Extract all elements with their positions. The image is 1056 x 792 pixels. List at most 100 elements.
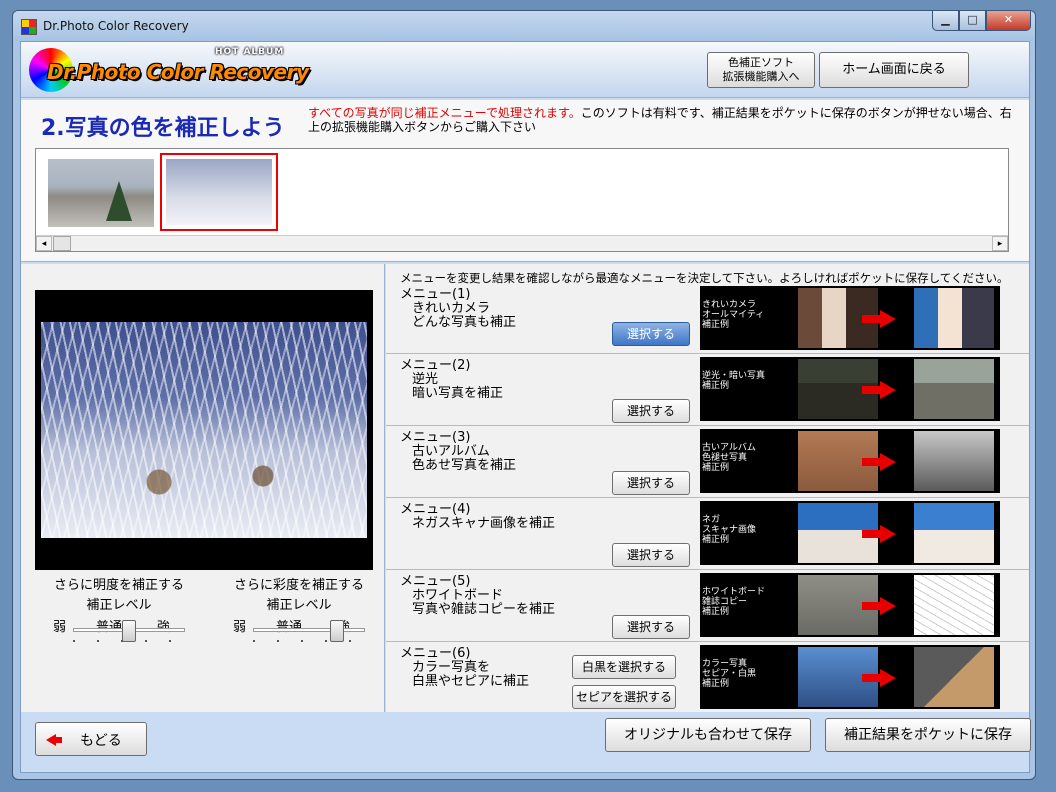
example-label-2: スキャナ画像 xyxy=(702,525,757,535)
example-after xyxy=(914,431,994,491)
saturation-slider-thumb[interactable] xyxy=(330,620,344,642)
back-button[interactable]: もどる xyxy=(35,722,147,756)
horizontal-scrollbar[interactable]: ◂ ▸ xyxy=(36,235,1008,251)
select-menu-3-button[interactable]: 選択する xyxy=(612,471,690,495)
menu-item-5: メニュー(5) ホワイトボード 写真や雑誌コピーを補正 選択する ホワイトボード… xyxy=(386,571,1029,642)
select-menu-5-button[interactable]: 選択する xyxy=(612,615,690,639)
close-button[interactable]: ✕ xyxy=(986,11,1031,31)
buy-extension-button[interactable]: 色補正ソフト 拡張機能購入へ xyxy=(707,52,815,88)
menu-item-text: メニュー(2) 逆光 暗い写真を補正 xyxy=(400,359,503,401)
menu-line2: 暗い写真を補正 xyxy=(412,386,504,401)
example-label-1: カラー写真 xyxy=(702,659,748,669)
example-after xyxy=(914,647,994,707)
example-label-2: 雑誌コピー xyxy=(702,597,748,607)
menu-line2: 白黒やセピアに補正 xyxy=(412,674,530,689)
logo-text: Dr.Photo Color Recovery xyxy=(47,60,309,84)
menu-item-2: メニュー(2) 逆光 暗い写真を補正 選択する 逆光・暗い写真 補正例 xyxy=(386,355,1029,426)
brightness-weak: 弱 xyxy=(53,620,67,635)
saturation-adjust: さらに彩度を補正する 補正レベル 弱 普通 強 xyxy=(219,576,379,650)
scroll-thumb[interactable] xyxy=(53,236,71,251)
logo-hot-album: HOT ALBUM xyxy=(215,47,285,57)
menu-item-text: メニュー(3) 古いアルバム 色あせ写真を補正 xyxy=(400,431,516,473)
save-with-original-button[interactable]: オリジナルも合わせて保存 xyxy=(605,718,811,752)
menu-item-text: メニュー(4) ネガスキャナ画像を補正 xyxy=(400,503,555,531)
notice-red: すべての写真が同じ補正メニューで処理されます。 xyxy=(308,106,581,120)
menu-line2: 色あせ写真を補正 xyxy=(412,458,517,473)
brightness-title: さらに明度を補正する xyxy=(53,578,184,593)
example-image-3: 古いアルバム 色褪せ写真 補正例 xyxy=(700,429,1000,493)
example-label-3: 補正例 xyxy=(702,463,730,473)
example-label-1: ホワイトボード xyxy=(702,587,766,597)
example-label: ネガ スキャナ画像 補正例 xyxy=(702,515,756,545)
menu-title: メニュー(5) xyxy=(400,574,471,589)
example-label: 逆光・暗い写真 補正例 xyxy=(702,371,765,391)
select-menu-4-button[interactable]: 選択する xyxy=(612,543,690,567)
app-logo: HOT ALBUM Dr.Photo Color Recovery xyxy=(29,46,319,94)
step-title: 2.写真の色を補正しよう xyxy=(41,116,285,141)
select-menu-2-button[interactable]: 選択する xyxy=(612,399,690,423)
arrow-right-icon xyxy=(862,310,896,328)
example-label: カラー写真 セピア・白黒 補正例 xyxy=(702,659,756,689)
example-label-2: 色褪せ写真 xyxy=(702,453,748,463)
window-title: Dr.Photo Color Recovery xyxy=(43,19,189,33)
title-bar[interactable]: Dr.Photo Color Recovery ▁ □ ✕ xyxy=(13,11,1035,41)
menu-line1: カラー写真を xyxy=(412,660,491,675)
home-button[interactable]: ホーム画面に戻る xyxy=(819,52,969,88)
notice-text: すべての写真が同じ補正メニューで処理されます。このソフトは有料です、補正結果をポ… xyxy=(308,106,1023,134)
thumbnail-strip: ◂ ▸ xyxy=(35,148,1009,252)
bottom-bar: もどる オリジナルも合わせて保存 補正結果をポケットに保存 xyxy=(21,714,1031,772)
menu-title: メニュー(3) xyxy=(400,430,471,445)
example-label: ホワイトボード 雑誌コピー 補正例 xyxy=(702,587,765,617)
select-sepia-button[interactable]: セピアを選択する xyxy=(572,685,676,709)
photo-selection-section: 2.写真の色を補正しよう すべての写真が同じ補正メニューで処理されます。このソフ… xyxy=(21,100,1029,262)
maximize-button[interactable]: □ xyxy=(959,11,986,31)
saturation-subtitle: 補正レベル xyxy=(266,598,332,613)
menu-title: メニュー(2) xyxy=(400,358,471,373)
menu-item-6: メニュー(6) カラー写真を 白黒やセピアに補正 白黒を選択する セピアを選択す… xyxy=(386,643,1029,712)
menu-line1: 逆光 xyxy=(412,372,439,387)
app-header: HOT ALBUM Dr.Photo Color Recovery 色補正ソフト… xyxy=(21,42,1029,98)
example-after xyxy=(914,575,994,635)
menu-item-3: メニュー(3) 古いアルバム 色あせ写真を補正 選択する 古いアルバム 色褪せ写… xyxy=(386,427,1029,498)
example-label-3: 補正例 xyxy=(702,607,730,617)
buy-extension-label-1: 色補正ソフト xyxy=(728,56,794,69)
photo-thumbnail[interactable] xyxy=(48,159,154,227)
example-label-3: 補正例 xyxy=(702,535,730,545)
example-label-2: 補正例 xyxy=(702,381,730,391)
brightness-slider-thumb[interactable] xyxy=(122,620,136,642)
example-label-3: 補正例 xyxy=(702,320,730,330)
window-controls: ▁ □ ✕ xyxy=(932,11,1031,31)
arrow-right-icon xyxy=(862,597,896,615)
arrow-left-icon xyxy=(46,734,62,746)
arrow-right-icon xyxy=(862,525,896,543)
preview-frame xyxy=(35,290,373,570)
select-menu-1-button[interactable]: 選択する xyxy=(612,322,690,346)
arrow-right-icon xyxy=(862,381,896,399)
minimize-button[interactable]: ▁ xyxy=(932,11,959,31)
example-after xyxy=(914,288,994,348)
photo-thumbnail-selected[interactable] xyxy=(160,153,278,231)
menu-title: メニュー(1) xyxy=(400,287,471,302)
scroll-right-icon[interactable]: ▸ xyxy=(992,236,1008,251)
select-bw-button[interactable]: 白黒を選択する xyxy=(572,655,676,679)
example-label-1: きれいカメラ xyxy=(702,300,757,310)
saturation-ticks xyxy=(219,634,379,650)
menu-line1: きれいカメラ xyxy=(412,301,491,316)
saturation-slider-track[interactable] xyxy=(253,628,365,632)
save-to-pocket-button[interactable]: 補正結果をポケットに保存 xyxy=(825,718,1031,752)
thumbnail-image xyxy=(166,159,272,225)
menu-item-text: メニュー(6) カラー写真を 白黒やセピアに補正 xyxy=(400,647,529,689)
example-label: 古いアルバム 色褪せ写真 補正例 xyxy=(702,443,756,473)
arrow-right-icon xyxy=(862,453,896,471)
menu-line1: 古いアルバム xyxy=(412,444,490,459)
scroll-left-icon[interactable]: ◂ xyxy=(36,236,52,251)
menu-title: メニュー(6) xyxy=(400,646,471,661)
tree-shape xyxy=(106,181,132,221)
brightness-normal: 普通 xyxy=(96,616,122,635)
app-window: Dr.Photo Color Recovery ▁ □ ✕ HOT ALBUM … xyxy=(12,10,1036,780)
brightness-adjust: さらに明度を補正する 補正レベル 弱 普通 強 xyxy=(39,576,199,650)
example-image-1: きれいカメラ オールマイティ 補正例 xyxy=(700,286,1000,350)
example-label-2: セピア・白黒 xyxy=(702,669,757,679)
example-label-1: 逆光・暗い写真 xyxy=(702,371,766,381)
brightness-strong: 強 xyxy=(157,616,170,635)
